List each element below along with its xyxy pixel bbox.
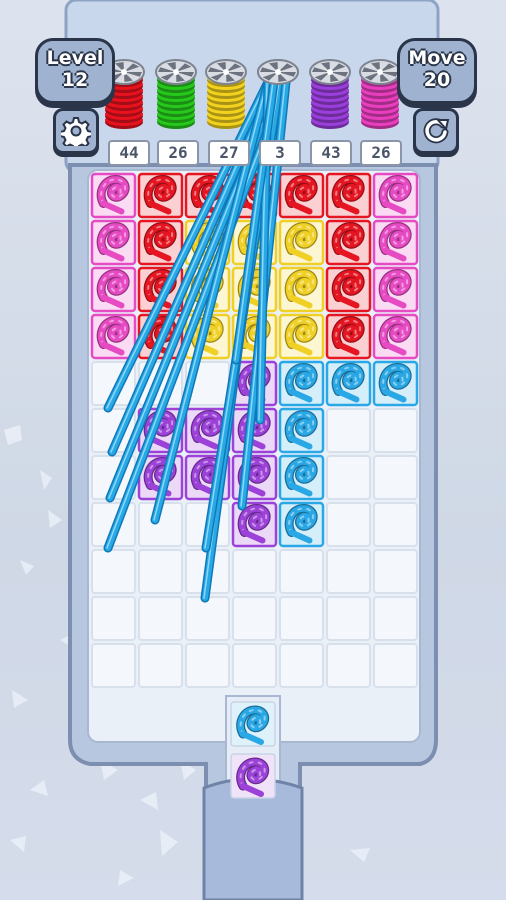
empty-cell — [326, 502, 371, 547]
tile-r[interactable] — [325, 266, 372, 313]
move-label: Move — [408, 47, 466, 69]
tile-r[interactable] — [278, 172, 325, 219]
tile-p[interactable] — [372, 266, 419, 313]
tile-b[interactable] — [278, 501, 325, 548]
tile-b[interactable] — [278, 407, 325, 454]
chute-tile-v — [230, 753, 276, 799]
tile-y[interactable] — [278, 266, 325, 313]
empty-cell — [279, 549, 324, 594]
empty-cell — [279, 596, 324, 641]
tile-r[interactable] — [325, 219, 372, 266]
move-value: 20 — [423, 69, 451, 91]
empty-cell — [185, 596, 230, 641]
restart-icon — [423, 118, 450, 144]
empty-cell — [232, 596, 277, 641]
spool-cap-active — [257, 59, 299, 85]
spool-count-yellow: 27 — [208, 140, 250, 166]
empty-cell — [232, 643, 277, 688]
empty-cell — [138, 643, 183, 688]
tile-p[interactable] — [372, 172, 419, 219]
move-panel: Move 20 — [397, 38, 477, 104]
tile-b[interactable] — [278, 454, 325, 501]
game-stage: Level 12 Move 20 44 26 27 3 43 26 — [0, 0, 506, 900]
empty-cell — [91, 549, 136, 594]
empty-cell — [91, 596, 136, 641]
tile-p[interactable] — [372, 219, 419, 266]
empty-cell — [326, 643, 371, 688]
spool-count-blue: 3 — [259, 140, 301, 166]
empty-cell — [138, 596, 183, 641]
tile-r[interactable] — [325, 172, 372, 219]
empty-cell — [185, 643, 230, 688]
spool-count-pink: 26 — [360, 140, 402, 166]
tile-b[interactable] — [278, 360, 325, 407]
tile-p[interactable] — [372, 313, 419, 360]
empty-cell — [373, 549, 418, 594]
tile-r[interactable] — [137, 172, 184, 219]
spool-count-red: 44 — [108, 140, 150, 166]
level-label: Level — [46, 47, 104, 69]
settings-button[interactable] — [53, 108, 99, 154]
chute-tile-b — [230, 701, 276, 747]
tile-r[interactable] — [325, 313, 372, 360]
empty-cell — [279, 643, 324, 688]
tile-p[interactable] — [90, 219, 137, 266]
tile-y[interactable] — [278, 313, 325, 360]
tile-p[interactable] — [90, 313, 137, 360]
empty-cell — [326, 596, 371, 641]
empty-cell — [326, 549, 371, 594]
empty-cell — [373, 502, 418, 547]
tile-b[interactable] — [325, 360, 372, 407]
spool-green[interactable] — [155, 59, 197, 129]
tile-p[interactable] — [90, 172, 137, 219]
empty-cell — [138, 549, 183, 594]
empty-cell — [373, 408, 418, 453]
empty-cell — [91, 643, 136, 688]
tile-r[interactable] — [137, 219, 184, 266]
spool-yellow[interactable] — [205, 59, 247, 129]
empty-cell — [326, 408, 371, 453]
empty-cell — [373, 596, 418, 641]
tile-p[interactable] — [90, 266, 137, 313]
spool-pink[interactable] — [359, 59, 401, 129]
restart-button[interactable] — [413, 108, 459, 154]
empty-cell — [232, 549, 277, 594]
empty-cell — [373, 643, 418, 688]
level-value: 12 — [61, 69, 89, 91]
empty-cell — [373, 455, 418, 500]
spool-count-green: 26 — [157, 140, 199, 166]
tile-b[interactable] — [372, 360, 419, 407]
empty-cell — [326, 455, 371, 500]
level-panel: Level 12 — [35, 38, 115, 104]
spool-count-purple: 43 — [310, 140, 352, 166]
tile-y[interactable] — [278, 219, 325, 266]
spool-purple[interactable] — [309, 59, 351, 129]
gear-icon — [61, 117, 91, 146]
